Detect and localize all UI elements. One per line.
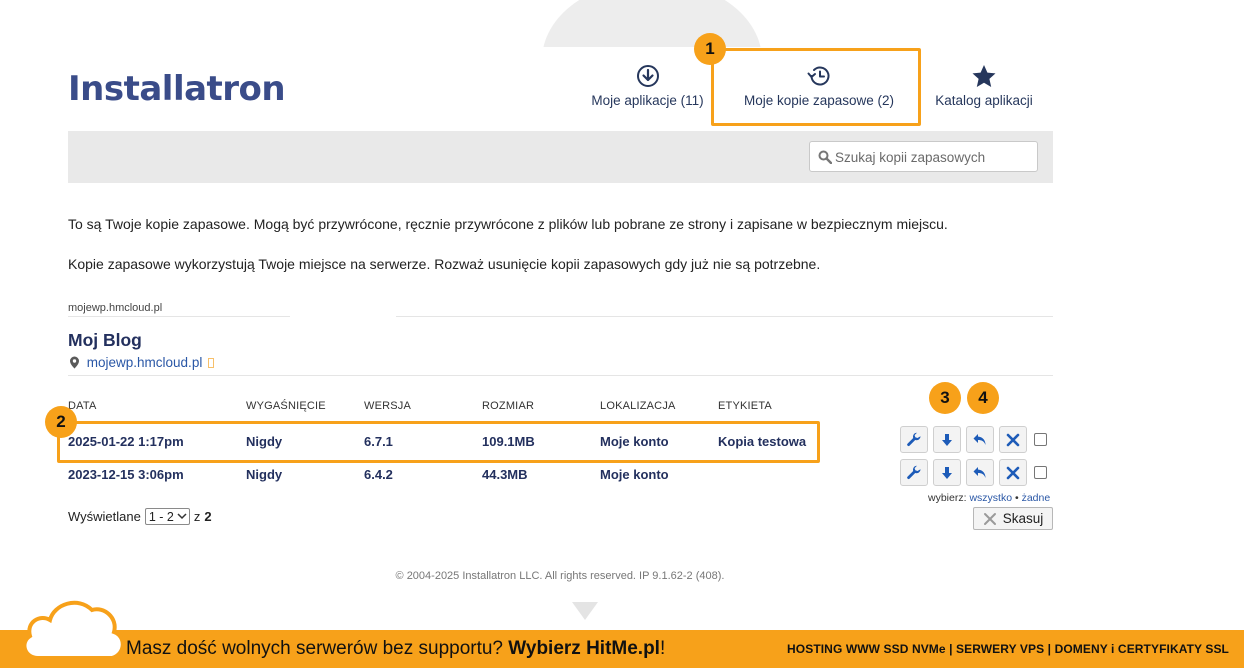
paging-of-label: z: [193, 509, 201, 524]
location-pin-icon: [70, 356, 79, 369]
paging-total: 2: [204, 509, 212, 524]
promo-exclaim: !: [659, 638, 666, 659]
arrow-down-icon: [942, 466, 952, 479]
select-all-link[interactable]: wszystko: [969, 492, 1012, 504]
row-1-date: 2025-01-22 1:17pm: [68, 434, 184, 449]
edit-backup-button[interactable]: [900, 459, 928, 486]
row-1-label: Kopia testowa: [718, 434, 807, 449]
row-1-location: Moje konto: [600, 434, 669, 449]
cloud-icon: [22, 600, 125, 660]
chevron-down-icon: [177, 513, 187, 520]
nav-app-catalog-label: Katalog aplikacji: [935, 93, 1033, 108]
paging-shown-label: Wyświetlane: [68, 509, 141, 524]
nav-my-backups[interactable]: Moje kopie zapasowe (2): [741, 64, 897, 108]
wrench-icon: [907, 432, 921, 446]
promo-text: Masz dość wolnych serwerów bez supportu?…: [126, 638, 665, 660]
search-box[interactable]: [809, 141, 1038, 172]
promo-highlight: Wybierz HitMe.pl: [508, 638, 660, 659]
restore-backup-button[interactable]: [966, 426, 994, 453]
column-header-location[interactable]: LOKALIZACJA: [600, 400, 676, 412]
restore-arrow-icon: [973, 433, 986, 445]
search-input[interactable]: [835, 147, 1030, 167]
promo-services: HOSTING WWW SSD NVMe | SERWERY VPS | DOM…: [787, 642, 1229, 656]
column-header-version[interactable]: WERSJA: [364, 400, 411, 412]
row-2-size: 44.3MB: [482, 467, 528, 482]
nav-my-apps-label: Moje aplikacje (11): [591, 93, 704, 108]
delete-selected-button[interactable]: Skasuj: [973, 507, 1053, 530]
delete-backup-button[interactable]: [999, 426, 1027, 453]
intro-text-1: To są Twoje kopie zapasowe. Mogą być prz…: [68, 216, 948, 232]
intro-text-2: Kopie zapasowe wykorzystują Twoje miejsc…: [68, 256, 821, 272]
history-icon: [807, 66, 830, 86]
step-badge-2: 2: [45, 406, 77, 438]
search-icon: [818, 150, 832, 164]
step-badge-4: 4: [967, 382, 999, 414]
site-title: Moj Blog: [68, 330, 142, 350]
promo-question: Masz dość wolnych serwerów bez supportu?: [126, 638, 504, 659]
row-1-expiry: Nigdy: [246, 434, 283, 449]
toolbar: [68, 131, 1053, 183]
step-badge-1: 1: [694, 33, 726, 65]
row-2-version: 6.4.2: [364, 467, 393, 482]
row-1-checkbox[interactable]: [1034, 433, 1047, 446]
row-2-expiry: Nigdy: [246, 467, 283, 482]
column-header-expiry[interactable]: WYGAŚNIĘCIE: [246, 400, 326, 412]
star-icon: [972, 65, 996, 87]
download-backup-button[interactable]: [933, 459, 961, 486]
delete-backup-button[interactable]: [999, 459, 1027, 486]
download-circle-icon: [636, 65, 659, 87]
row-2-location: Moje konto: [600, 467, 669, 482]
divider: [68, 316, 290, 317]
row-2-checkbox[interactable]: [1034, 466, 1047, 479]
delete-selected-label: Skasuj: [1002, 511, 1044, 526]
site-url-text[interactable]: mojewp.hmcloud.pl: [87, 355, 203, 370]
select-prefix: wybierz:: [928, 492, 967, 504]
close-icon: [1006, 433, 1020, 446]
edit-backup-button[interactable]: [900, 426, 928, 453]
row-1-version: 6.7.1: [364, 434, 393, 449]
domain-tab[interactable]: mojewp.hmcloud.pl: [68, 302, 162, 314]
row-1-actions: [900, 426, 1047, 453]
nav-app-catalog[interactable]: Katalog aplikacji: [932, 64, 1036, 108]
scroll-down-indicator: [572, 602, 598, 620]
site-url-link[interactable]: mojewp.hmcloud.pl: [69, 355, 215, 370]
arrow-down-icon: [942, 433, 952, 446]
select-separator: •: [1014, 492, 1019, 504]
page-range-value: 1 - 2: [148, 509, 174, 524]
close-icon: [983, 512, 996, 525]
column-header-size[interactable]: ROZMIAR: [482, 400, 534, 412]
restore-backup-button[interactable]: [966, 459, 994, 486]
column-header-label[interactable]: ETYKIETA: [718, 400, 772, 412]
divider: [68, 375, 1053, 376]
promo-banner[interactable]: Masz dość wolnych serwerów bez supportu?…: [0, 630, 1244, 668]
select-none-link[interactable]: żadne: [1022, 492, 1051, 504]
installatron-logo[interactable]: Installatron: [68, 72, 286, 106]
row-2-date: 2023-12-15 3:06pm: [68, 467, 184, 482]
nav-my-apps[interactable]: Moje aplikacje (11): [590, 64, 705, 108]
download-backup-button[interactable]: [933, 426, 961, 453]
nav-my-backups-label: Moje kopie zapasowe (2): [743, 93, 895, 108]
row-2-actions: [900, 459, 1047, 486]
close-icon: [1006, 466, 1020, 479]
row-1-size: 109.1MB: [482, 434, 535, 449]
wrench-icon: [907, 465, 921, 479]
page-range-select[interactable]: 1 - 2: [144, 508, 190, 525]
divider: [396, 316, 1053, 317]
pagination: Wyświetlane 1 - 2 z 2: [68, 508, 212, 525]
copyright-text: © 2004-2025 Installatron LLC. All rights…: [395, 570, 725, 582]
select-links: wybierz: wszystko • żadne: [928, 492, 1050, 504]
step-badge-3: 3: [929, 382, 961, 414]
restore-arrow-icon: [973, 466, 986, 478]
external-link-icon[interactable]: [208, 358, 215, 368]
